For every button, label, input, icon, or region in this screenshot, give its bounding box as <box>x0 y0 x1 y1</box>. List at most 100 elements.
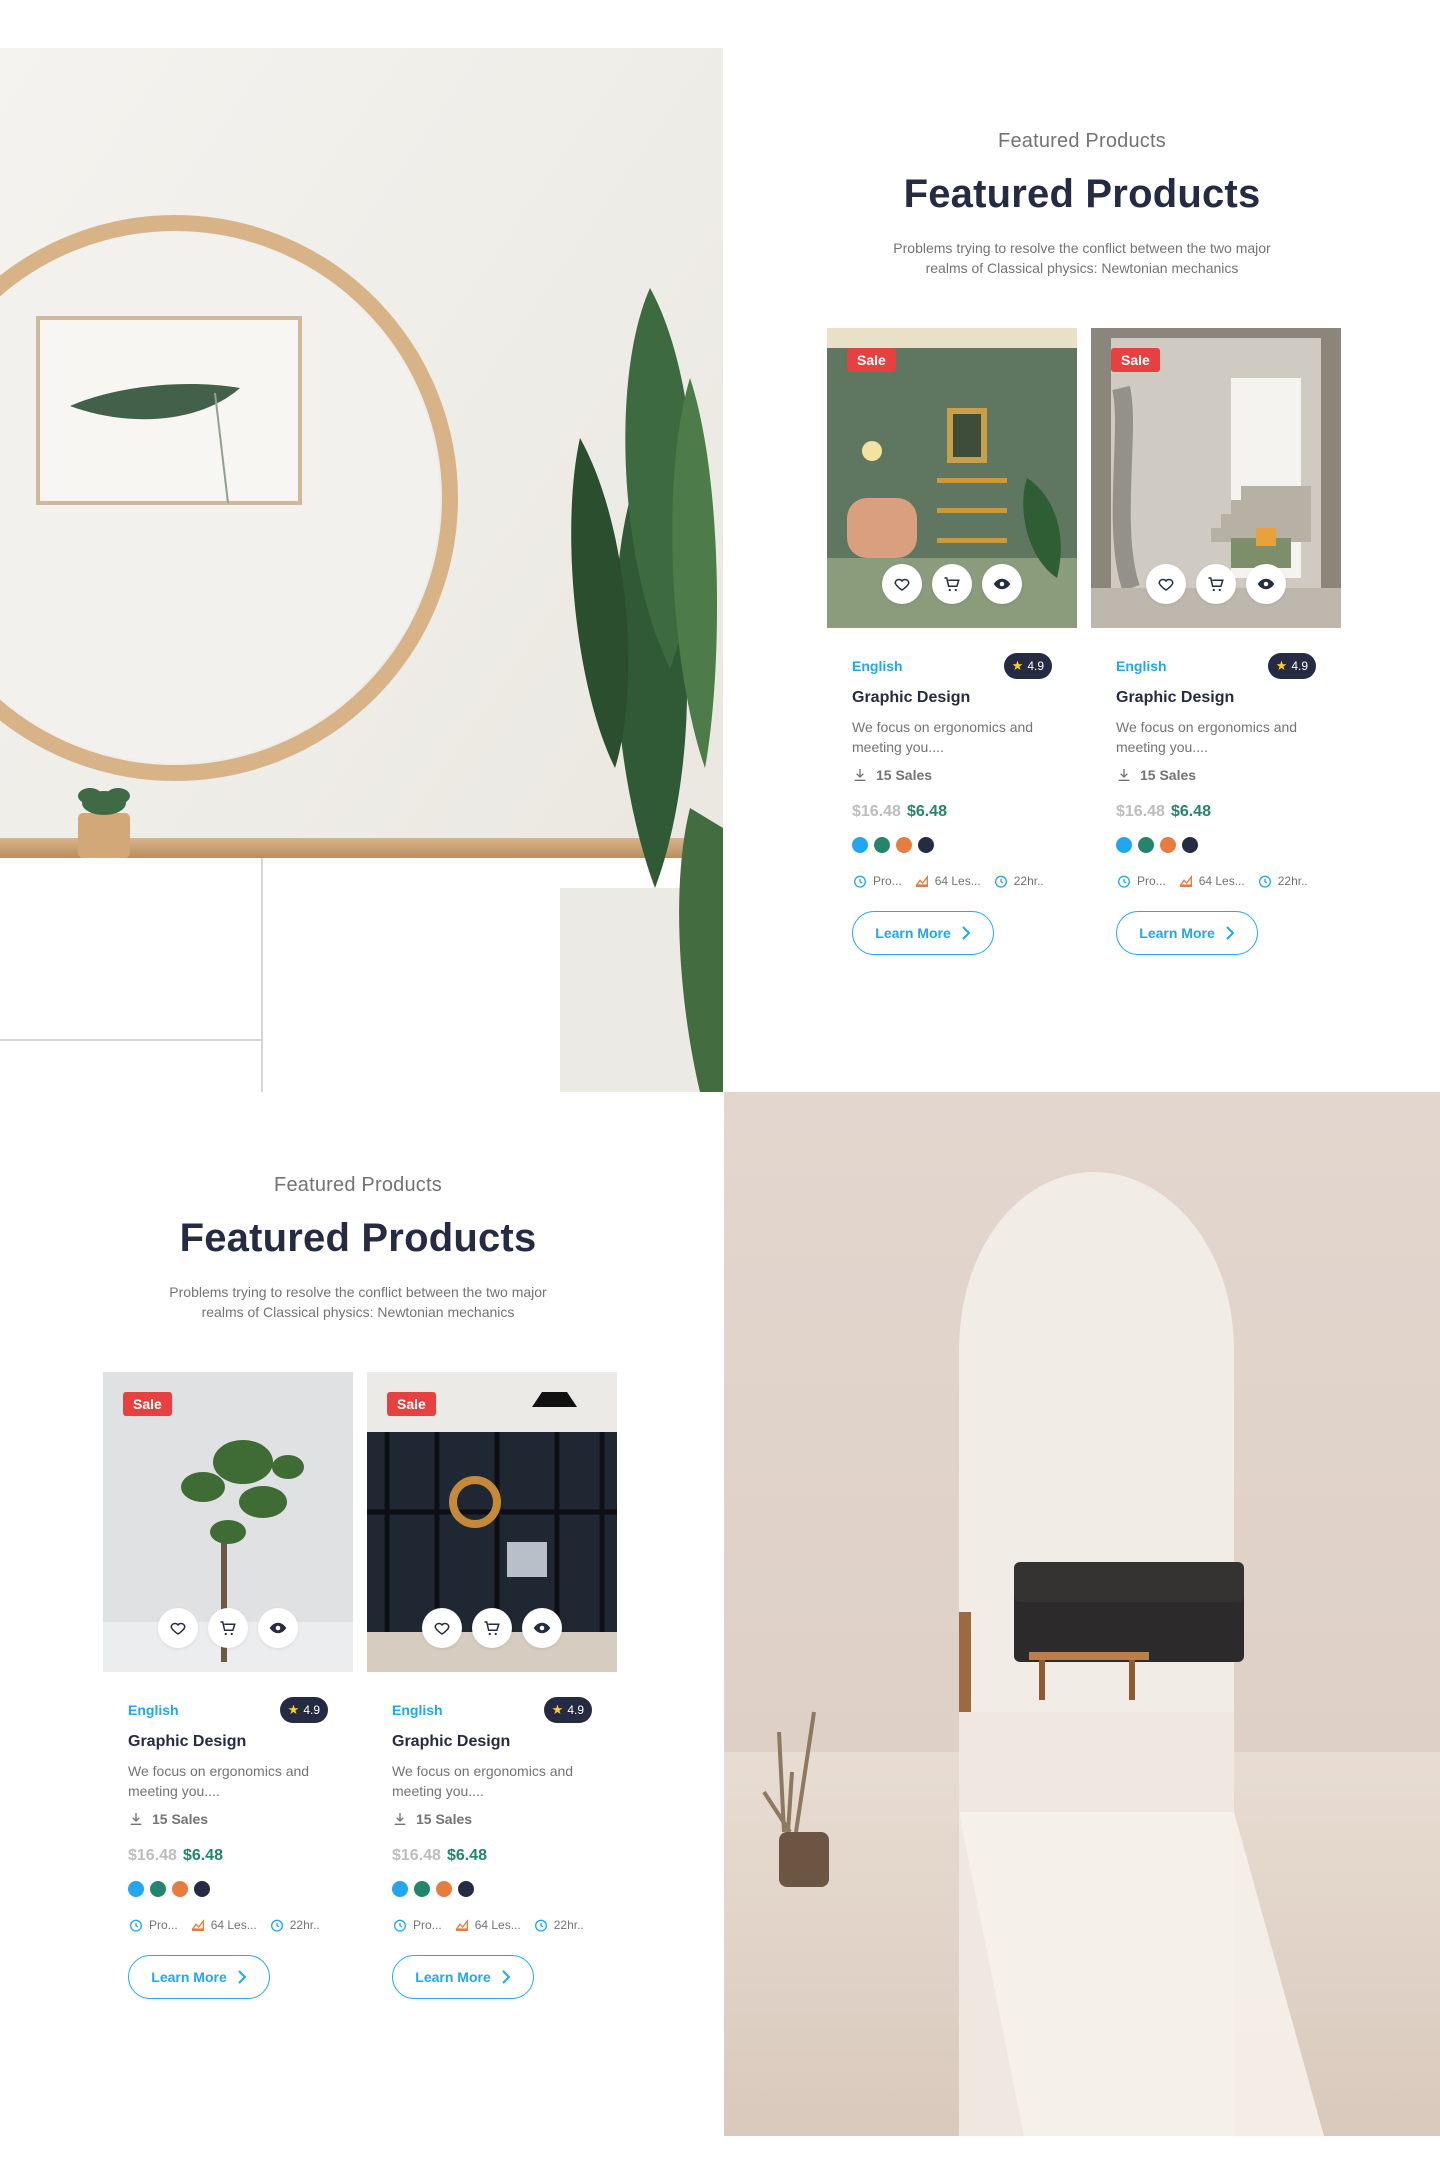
product-category-link[interactable]: English <box>392 1702 443 1718</box>
color-swatches <box>128 1881 328 1897</box>
product-actions <box>103 1608 353 1648</box>
product-category-link[interactable]: English <box>128 1702 179 1718</box>
download-icon <box>130 1813 142 1825</box>
wishlist-button[interactable] <box>422 1608 462 1648</box>
product-title[interactable]: Graphic Design <box>852 689 1052 707</box>
hours-label: 22hr.. <box>1277 874 1308 888</box>
eye-icon <box>1257 578 1275 590</box>
color-swatch[interactable] <box>172 1881 188 1897</box>
rating-badge: ★ 4.9 <box>279 1697 328 1723</box>
chevron-right-icon <box>502 1970 511 1984</box>
color-swatch[interactable] <box>128 1881 144 1897</box>
course-meta: Pro... 64 Les... 22hr.. <box>128 1917 328 1933</box>
eye-icon <box>993 578 1011 590</box>
section-description: Problems trying to resolve the conflict … <box>169 1284 547 1320</box>
price-row: $16.48 $6.48 <box>1116 803 1316 821</box>
product-description: We focus on ergonomics and meeting you..… <box>392 1763 574 1799</box>
chevron-right-icon <box>962 926 971 940</box>
product-category-link[interactable]: English <box>1116 658 1167 674</box>
sale-price: $6.48 <box>906 803 947 820</box>
cart-icon <box>1208 577 1224 592</box>
course-meta: Pro... 64 Les... 22hr.. <box>392 1917 592 1933</box>
product-description: We focus on ergonomics and meeting you..… <box>1116 719 1298 755</box>
quick-view-button[interactable] <box>1246 564 1286 604</box>
price-row: $16.48 $6.48 <box>128 1847 328 1865</box>
star-icon: ★ <box>287 1702 300 1717</box>
wishlist-button[interactable] <box>1146 564 1186 604</box>
rating-badge: ★ 4.9 <box>1267 653 1316 679</box>
lessons-label: 64 Les... <box>210 1918 257 1932</box>
wishlist-button[interactable] <box>158 1608 198 1648</box>
lessons-label: 64 Les... <box>1198 874 1245 888</box>
sale-badge: Sale <box>387 1392 436 1416</box>
color-swatch[interactable] <box>1116 837 1132 853</box>
old-price: $16.48 <box>852 803 901 820</box>
sales-label: 15 Sales <box>876 767 933 783</box>
product-card: Sale English ★ 4.9 Graphic Design We focu… <box>367 1372 617 2042</box>
quick-view-button[interactable] <box>982 564 1022 604</box>
learn-more-button[interactable]: Learn More <box>852 911 994 955</box>
lessons-meta: 64 Les... <box>190 1917 257 1933</box>
add-to-cart-button[interactable] <box>208 1608 248 1648</box>
product-card-body: English ★ 4.9 Graphic Design We focus on … <box>1116 653 1316 955</box>
chart-area-icon <box>455 1919 468 1931</box>
product-card-body: English ★ 4.9 Graphic Design We focus on … <box>852 653 1052 955</box>
color-swatch[interactable] <box>436 1881 452 1897</box>
rating-badge: ★ 4.9 <box>543 1697 592 1723</box>
product-title[interactable]: Graphic Design <box>1116 689 1316 707</box>
wishlist-button[interactable] <box>882 564 922 604</box>
product-card-body: English ★ 4.9 Graphic Design We focus on … <box>392 1697 592 1999</box>
heart-icon <box>894 578 910 591</box>
color-swatch[interactable] <box>150 1881 166 1897</box>
sales-count: 15 Sales <box>392 1811 592 1827</box>
quick-view-button[interactable] <box>258 1608 298 1648</box>
color-swatch[interactable] <box>194 1881 210 1897</box>
duration-label: Pro... <box>413 1918 442 1932</box>
duration-label: Pro... <box>149 1918 178 1932</box>
color-swatch[interactable] <box>1160 837 1176 853</box>
product-card-body: English ★ 4.9 Graphic Design We focus on … <box>128 1697 328 1999</box>
add-to-cart-button[interactable] <box>932 564 972 604</box>
color-swatch[interactable] <box>874 837 890 853</box>
hours-meta: 22hr.. <box>533 1917 584 1933</box>
product-category-link[interactable]: English <box>852 658 903 674</box>
lessons-meta: 64 Les... <box>914 873 981 889</box>
hours-meta: 22hr.. <box>993 873 1044 889</box>
featured-products-section: Featured Products Featured Products Prob… <box>0 1092 716 2136</box>
color-swatch[interactable] <box>392 1881 408 1897</box>
section-description: Problems trying to resolve the conflict … <box>893 240 1271 276</box>
hero-photo-mirror-plant <box>0 48 723 1092</box>
sales-label: 15 Sales <box>1140 767 1197 783</box>
lessons-label: 64 Les... <box>474 1918 521 1932</box>
color-swatch[interactable] <box>1182 837 1198 853</box>
chart-area-icon <box>191 1919 204 1931</box>
sale-badge: Sale <box>1111 348 1160 372</box>
color-swatch[interactable] <box>458 1881 474 1897</box>
color-swatch[interactable] <box>414 1881 430 1897</box>
color-swatch[interactable] <box>918 837 934 853</box>
download-icon <box>1118 769 1130 781</box>
course-meta: Pro... 64 Les... 22hr.. <box>852 873 1052 889</box>
rating-value: 4.9 <box>1291 659 1308 673</box>
learn-more-button[interactable]: Learn More <box>392 1955 534 1999</box>
product-title[interactable]: Graphic Design <box>128 1733 328 1751</box>
learn-more-button[interactable]: Learn More <box>1116 911 1258 955</box>
old-price: $16.48 <box>392 1847 441 1864</box>
star-icon: ★ <box>1011 658 1024 673</box>
product-title[interactable]: Graphic Design <box>392 1733 592 1751</box>
course-meta: Pro... 64 Les... 22hr.. <box>1116 873 1316 889</box>
add-to-cart-button[interactable] <box>1196 564 1236 604</box>
product-description: We focus on ergonomics and meeting you..… <box>128 1763 310 1799</box>
color-swatch[interactable] <box>896 837 912 853</box>
cart-icon <box>220 1621 236 1636</box>
color-swatch[interactable] <box>852 837 868 853</box>
product-card: Sale English ★ 4.9 Graphic Design We focu… <box>103 1372 353 2042</box>
chevron-right-icon <box>238 1970 247 1984</box>
hours-meta: 22hr.. <box>1257 873 1308 889</box>
learn-more-button[interactable]: Learn More <box>128 1955 270 1999</box>
cart-icon <box>944 577 960 592</box>
color-swatch[interactable] <box>1138 837 1154 853</box>
color-swatches <box>852 837 1052 853</box>
quick-view-button[interactable] <box>522 1608 562 1648</box>
add-to-cart-button[interactable] <box>472 1608 512 1648</box>
